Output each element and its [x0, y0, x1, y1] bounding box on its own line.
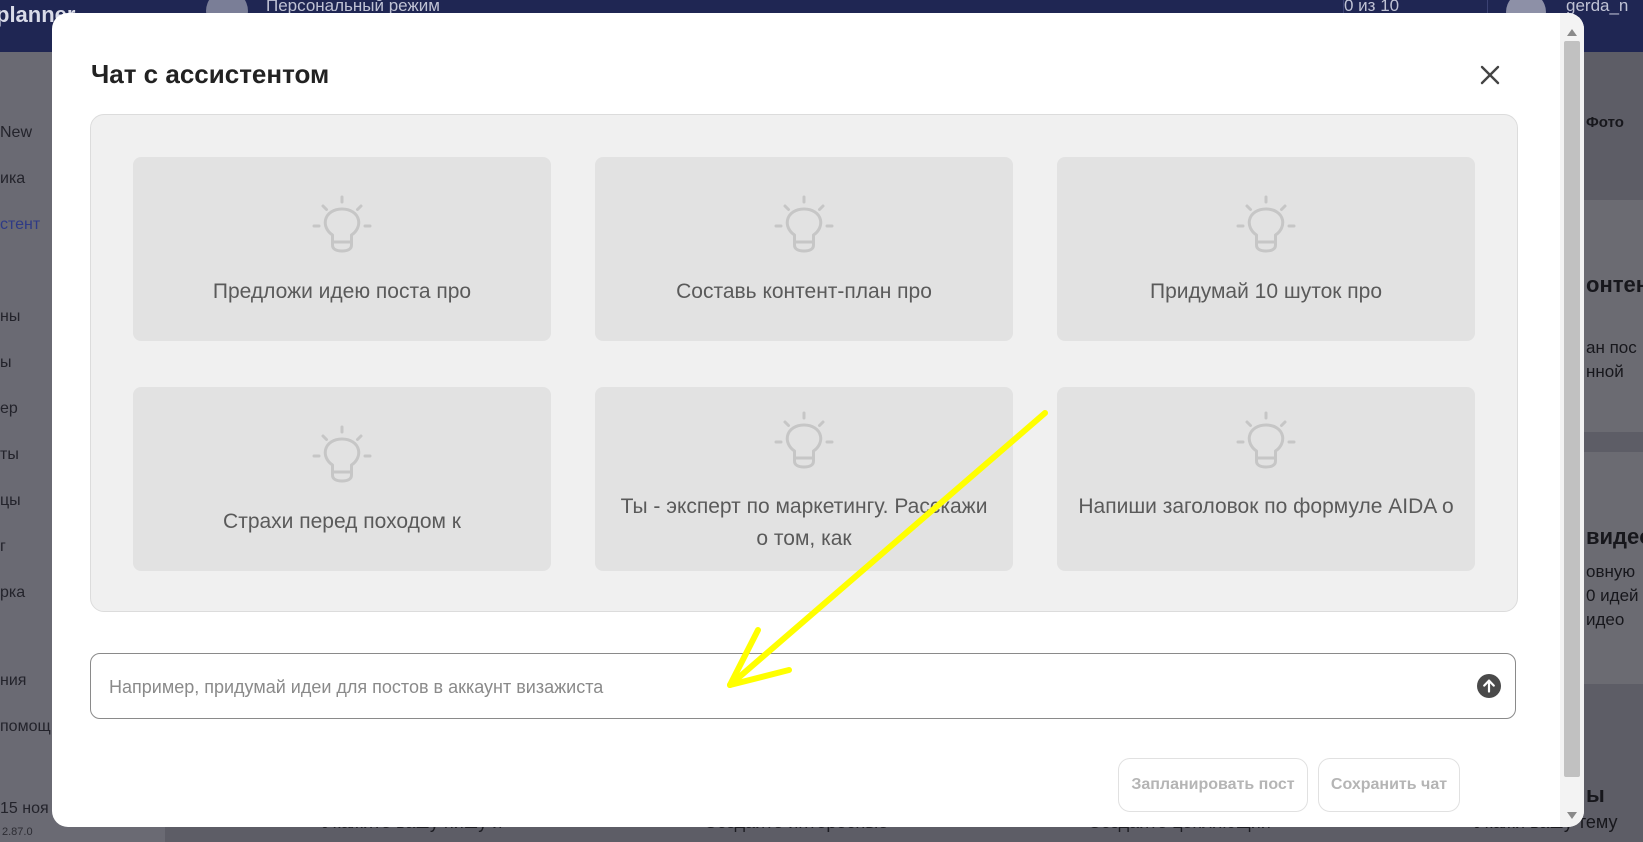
prompt-card-text: Составь контент-план про	[676, 280, 932, 303]
card-text: нной	[1586, 362, 1624, 381]
schedule-post-button[interactable]: Запланировать пост	[1118, 758, 1308, 812]
prompt-card[interactable]: Ты - эксперт по маркетингу. Расскажи о т…	[595, 387, 1013, 571]
lightbulb-icon	[309, 193, 375, 259]
prompt-card[interactable]: Предложи идею поста про	[133, 157, 551, 341]
prompt-card-text: Ты - эксперт по маркетингу. Расскажи о т…	[620, 495, 988, 550]
scroll-up-arrow-icon[interactable]	[1567, 29, 1577, 36]
card-title: онтен	[1586, 272, 1643, 297]
lightbulb-icon	[1233, 193, 1299, 259]
close-icon[interactable]	[1473, 58, 1507, 92]
card-text: идео	[1586, 610, 1625, 629]
sidebar-item[interactable]: цы	[0, 492, 21, 510]
modal-scrollbar[interactable]	[1560, 13, 1584, 827]
sidebar-item[interactable]: ты	[0, 446, 19, 464]
modal-title: Чат с ассистентом	[91, 59, 330, 89]
chat-input-container	[90, 653, 1516, 720]
card-title: ы	[1586, 782, 1605, 807]
sidebar-item[interactable]: ер	[0, 400, 18, 418]
sidebar-item[interactable]: г	[0, 538, 6, 556]
lightbulb-icon	[309, 423, 375, 489]
prompt-card-text: Страхи перед походом к	[223, 510, 461, 533]
tab-photo[interactable]: Фото	[1586, 114, 1624, 131]
sidebar-date: 15 ноя	[0, 800, 49, 817]
sidebar-item[interactable]: помощ	[0, 718, 51, 736]
prompt-card-text: Напиши заголовок по формуле AIDA о	[1078, 495, 1454, 518]
scrollbar-thumb[interactable]	[1564, 41, 1580, 777]
app-version: 2.87.0	[2, 826, 33, 838]
card-text: ан пос	[1586, 338, 1637, 357]
card-text: 0 идей	[1586, 586, 1639, 605]
prompt-suggestions-panel: Предложи идею поста про Составь контент-…	[90, 114, 1518, 612]
lightbulb-icon	[771, 193, 837, 259]
sidebar-item-active[interactable]: стент	[0, 216, 40, 234]
card-title: видео	[1586, 524, 1643, 549]
sidebar-item[interactable]: рка	[0, 584, 25, 602]
prompt-card[interactable]: Напиши заголовок по формуле AIDA о	[1057, 387, 1475, 571]
sidebar-item[interactable]: ны	[0, 308, 20, 326]
prompt-card[interactable]: Составь контент-план про	[595, 157, 1013, 341]
scroll-down-arrow-icon[interactable]	[1567, 812, 1577, 819]
sidebar-item[interactable]: New	[0, 124, 32, 142]
prompt-card-text: Предложи идею поста про	[212, 280, 472, 303]
prompt-card[interactable]: Придумай 10 шуток про	[1057, 157, 1475, 341]
sidebar-item[interactable]: ика	[0, 170, 25, 188]
card-text: овную	[1586, 562, 1636, 581]
lightbulb-icon	[1233, 409, 1299, 475]
assistant-chat-modal: Чат с ассистентом Предложи идею поста пр…	[52, 13, 1584, 827]
chat-input[interactable]	[107, 654, 1451, 720]
prompt-card[interactable]: Страхи перед походом к	[133, 387, 551, 571]
save-chat-button[interactable]: Сохранить чат	[1318, 758, 1460, 812]
sidebar-item[interactable]: ния	[0, 672, 26, 690]
prompt-card-text: Придумай 10 шуток про	[1149, 280, 1383, 303]
lightbulb-icon	[771, 409, 837, 475]
sidebar-item[interactable]: ы	[0, 354, 12, 372]
arrow-up-circle-icon[interactable]	[1477, 674, 1501, 698]
